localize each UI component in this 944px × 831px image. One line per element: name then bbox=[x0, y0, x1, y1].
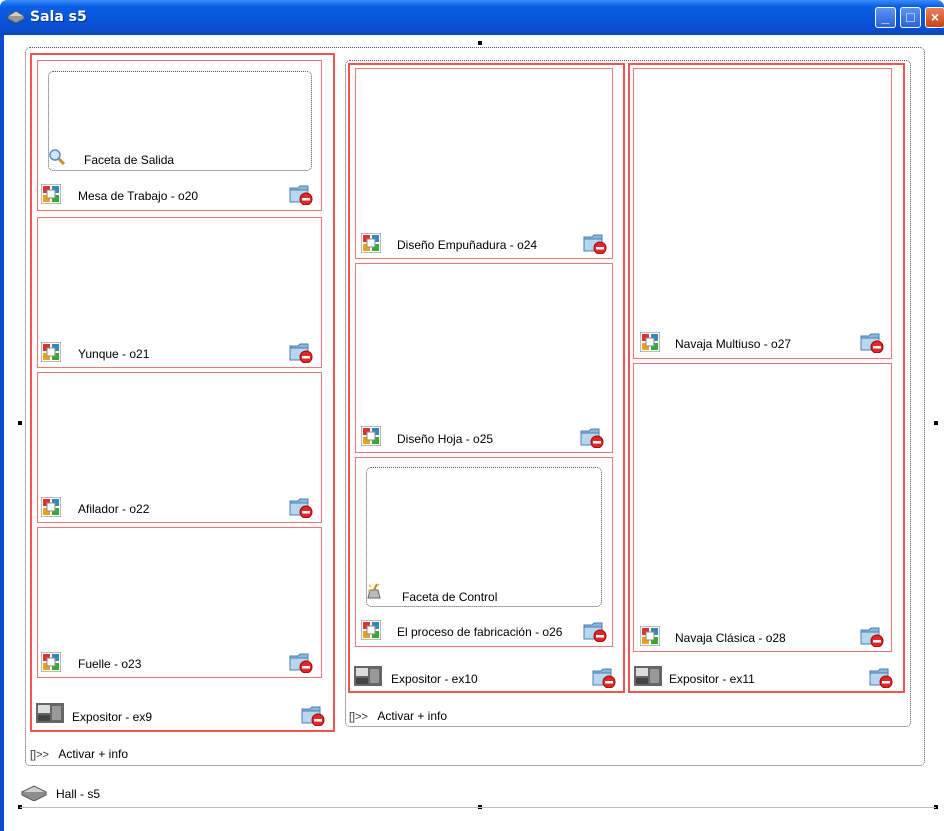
remove-folder-icon[interactable] bbox=[301, 704, 325, 726]
object-label: El proceso de fabricación - o26 bbox=[397, 625, 563, 639]
object-icon bbox=[41, 342, 61, 362]
object-label: Afilador - o22 bbox=[78, 502, 150, 516]
activate-label: Activar + info bbox=[377, 709, 448, 723]
title-bar[interactable]: Sala s5 _ □ × bbox=[0, 0, 944, 35]
remove-folder-icon[interactable] bbox=[580, 426, 604, 448]
facet-label: Faceta de Control bbox=[402, 590, 498, 604]
remove-folder-icon[interactable] bbox=[592, 666, 616, 688]
object-icon bbox=[361, 620, 381, 640]
close-button[interactable]: × bbox=[925, 7, 944, 28]
expositor-icon bbox=[36, 703, 64, 723]
resize-handle[interactable] bbox=[478, 41, 482, 45]
expositor-label: Expositor - ex9 bbox=[72, 710, 153, 724]
remove-folder-icon[interactable] bbox=[289, 341, 313, 363]
expositor-icon bbox=[354, 666, 382, 686]
object-icon bbox=[41, 652, 61, 672]
object-card[interactable] bbox=[633, 363, 892, 652]
remove-folder-icon[interactable] bbox=[289, 496, 313, 518]
object-icon bbox=[640, 626, 660, 646]
activate-info-link[interactable]: []>> Activar + info bbox=[30, 747, 128, 761]
remove-folder-icon[interactable] bbox=[583, 620, 607, 642]
remove-folder-icon[interactable] bbox=[289, 651, 313, 673]
object-card[interactable] bbox=[37, 217, 322, 368]
remove-folder-icon[interactable] bbox=[860, 331, 884, 353]
activate-label: Activar + info bbox=[58, 747, 129, 761]
object-card[interactable] bbox=[37, 527, 322, 678]
facet-container[interactable] bbox=[366, 467, 602, 607]
remove-folder-icon[interactable] bbox=[860, 625, 884, 647]
divider bbox=[20, 807, 936, 808]
maximize-button[interactable]: □ bbox=[900, 7, 921, 28]
object-label: Mesa de Trabajo - o20 bbox=[78, 189, 199, 203]
window-title: Sala s5 bbox=[30, 9, 87, 25]
expositor-label: Expositor - ex11 bbox=[669, 672, 755, 686]
object-icon bbox=[41, 184, 61, 204]
minimize-button[interactable]: _ bbox=[875, 7, 896, 28]
object-label: Diseño Hoja - o25 bbox=[397, 432, 494, 446]
object-icon bbox=[361, 426, 381, 446]
expositor-icon bbox=[634, 666, 662, 686]
object-card[interactable] bbox=[355, 263, 613, 453]
object-label: Navaja Clásica - o28 bbox=[675, 631, 786, 645]
object-icon bbox=[361, 233, 381, 253]
minimize-icon: _ bbox=[881, 9, 890, 25]
room-icon bbox=[7, 10, 25, 23]
resize-handle[interactable] bbox=[18, 421, 22, 425]
object-card[interactable] bbox=[37, 372, 322, 523]
object-card[interactable] bbox=[633, 68, 892, 359]
activate-icon: []>> bbox=[30, 749, 49, 761]
facet-label: Faceta de Salida bbox=[84, 153, 175, 167]
object-icon bbox=[41, 497, 61, 517]
hall-icon bbox=[20, 785, 48, 801]
activate-info-link[interactable]: []>> Activar + info bbox=[349, 709, 447, 723]
remove-folder-icon[interactable] bbox=[289, 183, 313, 205]
resize-handle[interactable] bbox=[934, 421, 938, 425]
wand-icon bbox=[367, 583, 381, 599]
object-label: Fuelle - o23 bbox=[78, 657, 142, 671]
object-label: Diseño Empuñadura - o24 bbox=[397, 238, 538, 252]
object-card[interactable] bbox=[355, 68, 613, 259]
object-label: Navaja Multiuso - o27 bbox=[675, 337, 792, 351]
magnifier-icon bbox=[49, 149, 66, 166]
object-label: Yunque - o21 bbox=[78, 347, 150, 361]
close-icon: × bbox=[930, 9, 940, 25]
maximize-icon: □ bbox=[906, 9, 915, 25]
remove-folder-icon[interactable] bbox=[869, 666, 893, 688]
remove-folder-icon[interactable] bbox=[583, 232, 607, 254]
activate-icon: []>> bbox=[349, 711, 368, 723]
object-icon bbox=[640, 332, 660, 352]
window-frame bbox=[0, 35, 4, 831]
window: Sala s5 _ □ × Faceta de Salida Mesa de T… bbox=[0, 0, 944, 831]
expositor-label: Expositor - ex10 bbox=[391, 672, 478, 686]
hall-label: Hall - s5 bbox=[56, 787, 101, 801]
